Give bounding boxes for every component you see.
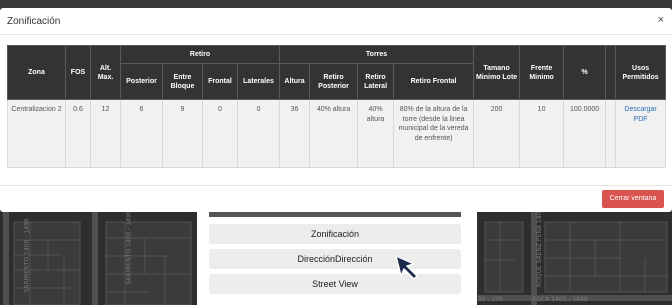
header-zona: Zona	[7, 45, 66, 100]
header-usos-permitidos: Usos Permitidos	[615, 45, 667, 100]
modal-header: Zonificación ×	[0, 8, 672, 35]
header-frente-minimo: Frente Minimo	[519, 45, 565, 100]
cell-alt-max: 12	[90, 99, 121, 168]
header-retiro-frontal: Retiro Frontal	[393, 63, 475, 100]
cell-entre-bloque: 9	[162, 99, 203, 168]
direccion-button[interactable]: DirecciónDirección	[209, 249, 461, 269]
header-group-retiro: Retiro	[119, 45, 281, 64]
modal-footer: Cerrar ventana	[0, 185, 672, 212]
header-spacer	[605, 45, 617, 100]
cell-retiro-frontal: 80% de la altura de la torre (desde la l…	[393, 99, 475, 168]
header-tamano-minimo-lote: Tamano Minimo Lote	[473, 45, 521, 100]
header-posterior: Posterior	[120, 63, 163, 100]
cerrar-ventana-button[interactable]: Cerrar ventana	[602, 190, 664, 208]
backdrop-strip	[0, 0, 672, 8]
cell-retiro-lateral: 40% altura	[357, 99, 395, 168]
zonificacion-button[interactable]: Zonificación	[209, 224, 461, 244]
cell-laterales: 0	[236, 99, 281, 168]
cell-frente-minimo: 10	[519, 99, 565, 168]
table-row: Centralizacion 2 0.6 12 6 9 0 0 36 40% a…	[7, 99, 667, 168]
header-retiro-posterior: Retiro Posterior	[309, 63, 359, 100]
cell-porcentaje: 100.0000	[563, 99, 607, 168]
cell-fos: 0.6	[65, 99, 91, 168]
header-altura: Altura	[279, 63, 311, 100]
street-label: ROQUE SAENZ PEÑA 1400	[536, 207, 544, 288]
zonificacion-modal: Zonificación × Zona FOS Alt. Max. Retiro…	[0, 8, 672, 212]
cell-altura: 36	[279, 99, 311, 168]
header-retiro-lateral: Retiro Lateral	[357, 63, 395, 100]
header-alt-max: Alt. Max.	[90, 45, 121, 100]
modal-title: Zonificación	[7, 16, 61, 27]
cell-spacer	[605, 99, 617, 168]
street-view-button[interactable]: Street View	[209, 274, 461, 294]
map-popup-panel: Zonificación DirecciónDirección Street V…	[197, 212, 477, 305]
street-label: SARMIENTO 1400 - 1499	[125, 210, 133, 285]
cell-zona: Centralizacion 2	[7, 99, 66, 168]
header-group-torres: Torres	[279, 45, 475, 64]
close-icon[interactable]: ×	[658, 14, 664, 26]
header-entre-bloque: Entre Bloque	[162, 63, 203, 100]
zonificacion-table: Zona FOS Alt. Max. Retiro Torres Tamano …	[7, 45, 667, 168]
panel-top-bar	[209, 212, 461, 217]
cell-tamano-minimo-lote: 200	[473, 99, 521, 168]
cell-posterior: 6	[120, 99, 163, 168]
cell-retiro-posterior: 40% altura	[309, 99, 359, 168]
street-label: ROCA 1400 - 1499	[532, 296, 588, 303]
header-porcentaje: %	[563, 45, 607, 100]
cell-frontal: 0	[202, 99, 238, 168]
mouse-cursor-icon	[395, 255, 418, 280]
header-fos: FOS	[65, 45, 91, 100]
header-frontal: Frontal	[202, 63, 238, 100]
street-label: SARMIENTO 1400 - 1499	[23, 218, 31, 293]
header-laterales: Laterales	[236, 63, 281, 100]
zonificacion-table-wrap: Zona FOS Alt. Max. Retiro Torres Tamano …	[7, 45, 667, 168]
descargar-pdf-link[interactable]: Descargar PDF	[615, 99, 667, 168]
